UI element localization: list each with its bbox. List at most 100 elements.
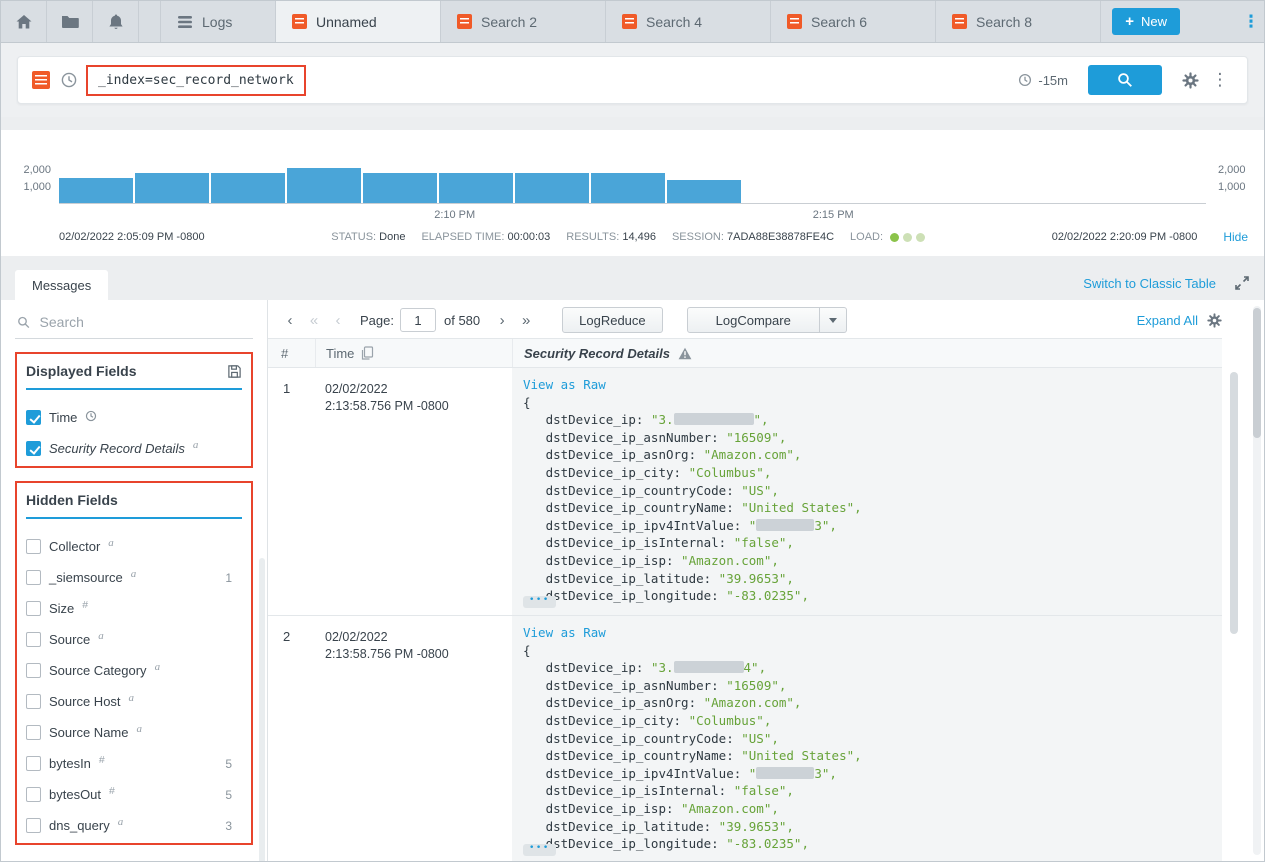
topbar-kebab-menu-icon[interactable]: ⋮ [1238,1,1264,42]
json-line: dstDevice_ip: "3.4", [523,659,1210,677]
field-row[interactable]: bytesOut # 5 [26,779,242,810]
run-search-button[interactable] [1088,65,1162,95]
field-checkbox[interactable] [26,601,41,616]
field-checkbox[interactable] [26,539,41,554]
switch-to-classic-table-link[interactable]: Switch to Classic Table [1083,276,1216,291]
field-row[interactable]: bytesIn # 5 [26,748,242,779]
histogram-bar[interactable] [59,178,133,203]
field-row[interactable]: Source Host a [26,686,242,717]
row-time-line1: 02/02/2022 [325,629,512,646]
histogram-bar[interactable] [287,168,361,203]
field-checkbox[interactable] [26,787,41,802]
hide-link[interactable]: Hide [1223,230,1248,244]
histogram-plot[interactable] [59,158,1206,204]
field-checkbox[interactable] [26,756,41,771]
status-item: RESULTS: 14,496 [566,231,656,243]
hidden-fields-list: Collector a _siemsource a 1 Size # Sourc… [26,531,242,841]
field-row[interactable]: Security Record Details a [26,433,242,464]
notifications-button[interactable] [93,1,139,42]
expand-all-link[interactable]: Expand All [1137,313,1198,328]
pagination-prev-button[interactable]: ‹ [326,312,350,329]
search-settings-button[interactable] [1182,72,1199,89]
search-tabs: Unnamed Search 2 Search 4 Search 6 Searc… [276,1,1101,42]
histogram-bar[interactable] [591,173,665,203]
field-checkbox[interactable] [26,818,41,833]
field-label: Security Record Details [49,441,185,456]
save-fields-button[interactable] [227,364,242,379]
tab-messages[interactable]: Messages [15,270,108,300]
logcompare-dropdown-button[interactable] [820,307,847,333]
view-as-raw-link[interactable]: View as Raw [523,624,1210,642]
table-row[interactable]: 1 02/02/2022 2:13:58.756 PM -0800 View a… [268,368,1222,616]
time-range-button[interactable]: -15m [1018,73,1068,88]
field-row[interactable]: _siemsource a 1 [26,562,242,593]
field-checkbox[interactable] [26,632,41,647]
tab-logs[interactable]: Logs [160,1,276,42]
json-line: dstDevice_ip_countryName: "United States… [523,499,1210,517]
field-checkbox[interactable] [26,570,41,585]
gear-icon [1182,72,1199,89]
history-button[interactable] [60,71,78,89]
fields-search-input[interactable] [40,314,251,330]
pagination-back-button[interactable]: ‹ [278,312,302,329]
pagination-last-button[interactable]: » [514,312,538,329]
library-button[interactable] [47,1,93,42]
field-row[interactable]: Size # [26,593,242,624]
view-as-raw-link[interactable]: View as Raw [523,376,1210,394]
field-row[interactable]: Source Name a [26,717,242,748]
logreduce-button[interactable]: LogReduce [562,307,663,333]
search-tab[interactable]: Search 8 [936,1,1101,42]
field-type-marker: a [155,661,161,673]
table-header: # Time Security Record Details [268,338,1222,368]
field-row[interactable]: Time [26,402,242,433]
folder-icon [61,14,79,29]
page-input[interactable] [400,308,436,332]
logcompare-button[interactable]: LogCompare [687,307,820,333]
field-type-marker: a [131,568,137,580]
pagination-next-button[interactable]: › [490,312,514,329]
search-tab[interactable]: Search 6 [771,1,936,42]
field-checkbox[interactable] [26,410,41,425]
fields-sidebar: Displayed Fields Time Security Record De… [1,300,268,861]
searchbar-kebab-menu-icon[interactable]: ⋮ [1207,70,1233,90]
row-time-line2: 2:13:58.756 PM -0800 [325,646,512,663]
load-indicator-dot [890,233,899,242]
json-line: dstDevice_ip_asnOrg: "Amazon.com", [523,446,1210,464]
histogram-bar[interactable] [515,173,589,203]
field-row[interactable]: dns_query a 3 [26,810,242,841]
table-settings-button[interactable] [1207,313,1222,328]
pagination-first-button[interactable]: « [302,312,326,329]
table-scrollbar[interactable] [1230,372,1238,634]
new-button[interactable]: + New [1112,8,1180,35]
field-row[interactable]: Source a [26,624,242,655]
query-input[interactable]: _index=sec_record_network [98,73,294,88]
histogram-bar[interactable] [363,173,437,203]
expand-panel-button[interactable] [1234,275,1250,291]
histogram-bar[interactable] [439,173,513,203]
table-row[interactable]: 2 02/02/2022 2:13:58.756 PM -0800 View a… [268,616,1222,861]
field-row[interactable]: Collector a [26,531,242,562]
results-toolbar: ‹ « ‹ Page: of 580 › » LogReduce LogComp… [268,302,1264,338]
status-item: STATUS: Done [331,231,405,243]
field-checkbox[interactable] [26,725,41,740]
histogram-bar[interactable] [667,180,741,203]
main-scrollbar[interactable] [1253,306,1261,855]
histogram-bar[interactable] [135,173,209,203]
search-tab[interactable]: Search 4 [606,1,771,42]
field-checkbox[interactable] [26,663,41,678]
hidden-fields-title: Hidden Fields [26,492,118,508]
search-tab[interactable]: Unnamed [276,1,441,42]
field-checkbox[interactable] [26,441,41,456]
column-header-details[interactable]: Security Record Details [512,339,1222,367]
more-button[interactable]: ••• [523,596,556,608]
scrollbar-thumb[interactable] [1253,308,1261,438]
column-header-time[interactable]: Time [315,339,512,367]
histogram-bar[interactable] [211,173,285,203]
field-row[interactable]: Source Category a [26,655,242,686]
sidebar-scrollbar[interactable] [259,558,265,861]
home-button[interactable] [1,1,47,42]
search-tab[interactable]: Search 2 [441,1,606,42]
more-button[interactable]: ••• [523,844,556,856]
json-line: dstDevice_ip_asnNumber: "16509", [523,677,1210,695]
field-checkbox[interactable] [26,694,41,709]
